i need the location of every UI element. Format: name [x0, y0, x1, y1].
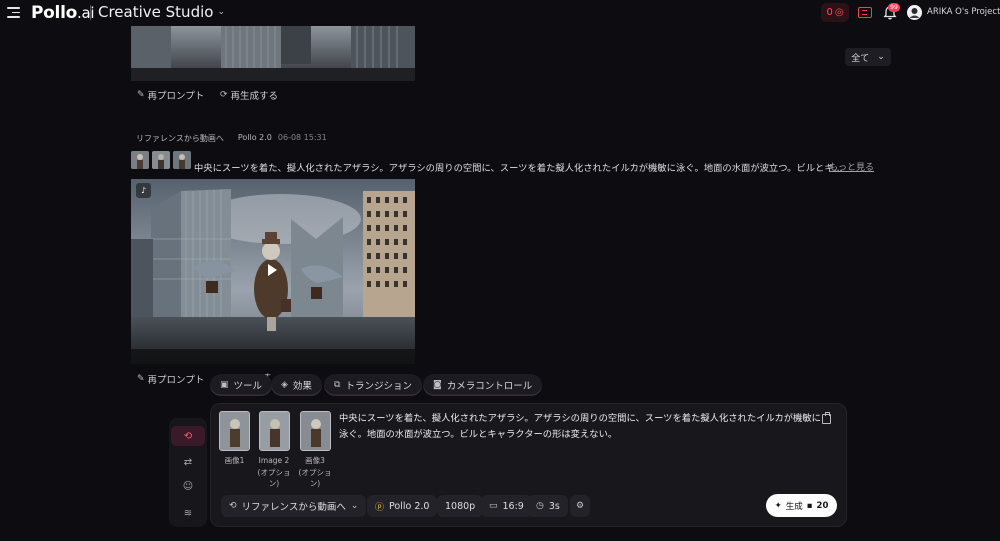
- avatar[interactable]: [907, 5, 922, 20]
- city-image: [131, 26, 415, 81]
- item-tag: リファレンスから動画へ: [136, 134, 224, 143]
- reference-thumb[interactable]: [173, 151, 191, 169]
- item-date: 06-08 15:31: [277, 133, 327, 142]
- reprompt-button[interactable]: ✎ 再プロンプト: [137, 372, 204, 386]
- tiktok-icon[interactable]: ♪: [136, 183, 151, 198]
- transition-chip[interactable]: ⧉ トランジション: [324, 374, 422, 396]
- image-swap-icon: ⇄: [183, 456, 193, 468]
- reprompt-button[interactable]: ✎ 再プロンプト: [137, 88, 204, 102]
- sliders-icon: ⚙: [576, 501, 585, 511]
- camera-icon: ◙: [433, 380, 442, 390]
- play-icon[interactable]: [268, 264, 277, 276]
- camera-control-chip[interactable]: ◙ カメラコントロール: [423, 374, 543, 396]
- reference-video-icon: ⟲: [229, 501, 237, 511]
- notification-badge: 99: [888, 3, 900, 12]
- coin-icon: ◎: [834, 7, 844, 18]
- reference-image-3[interactable]: [300, 411, 331, 451]
- mode-value: リファレンスから動画へ: [241, 502, 346, 513]
- settings-button[interactable]: ⚙: [570, 495, 591, 517]
- item-meta: リファレンスから動画へ Pollo 2.0 06-08 15:31: [136, 133, 327, 144]
- transition-icon: ⧉: [334, 380, 341, 390]
- menu-icon[interactable]: [7, 7, 20, 19]
- reference-label-1: 画像1: [224, 456, 245, 465]
- reference-label-3: 画像3 (オプション): [298, 456, 332, 488]
- user-name[interactable]: ARIKA O's Project: [927, 7, 1000, 17]
- avatar-mode-button[interactable]: ☺: [171, 476, 205, 496]
- reference-video-mode-button[interactable]: ⟲: [171, 426, 205, 446]
- waveform-icon: ≋: [183, 507, 193, 519]
- generate-label: 生成: [785, 501, 803, 512]
- aspect-ratio-select[interactable]: ▭ 16:9: [481, 495, 532, 517]
- edit-icon: ✎: [137, 374, 145, 384]
- app-title: Creative Studio: [98, 3, 214, 21]
- credits-value: 0: [826, 7, 833, 18]
- face-icon: ☺: [182, 480, 194, 492]
- reference-thumb[interactable]: [131, 151, 149, 169]
- studio-switcher[interactable]: Creative Studio ⌄: [98, 3, 225, 21]
- filter-label: 全て: [851, 53, 870, 64]
- top-bar: Pollo.ai Creative Studio ⌄ 0 ◎ 99 ARIKA …: [0, 0, 1000, 26]
- credit-icon: ▪: [806, 500, 813, 511]
- prompt-input[interactable]: 中央にスーツを着た、擬人化されたアザラシ。アザラシの周りの空間に、スーツを着た擬…: [339, 411, 825, 443]
- item-prompt: 中央にスーツを着た、擬人化されたアザラシ。アザラシの周りの空間に、スーツを着た擬…: [194, 163, 843, 174]
- duration-select[interactable]: ◷ 3s: [528, 495, 568, 517]
- resolution-select[interactable]: 1080p: [437, 495, 484, 517]
- aspect-ratio-value: 16:9: [502, 500, 524, 512]
- clock-icon: ◷: [536, 501, 544, 511]
- generate-button[interactable]: ✦ 生成 ▪ 20: [766, 494, 837, 517]
- resolution-value: 1080p: [445, 500, 476, 512]
- reprompt-label: 再プロンプト: [147, 91, 205, 102]
- credits-badge[interactable]: 0 ◎: [821, 3, 849, 22]
- effects-label: 効果: [292, 381, 312, 392]
- previous-video-thumbnail[interactable]: [131, 26, 415, 81]
- reference-thumb[interactable]: [152, 151, 170, 169]
- effects-chip[interactable]: ◈ 効果: [271, 374, 322, 396]
- reference-image-1[interactable]: [219, 411, 250, 451]
- avatar-image: [907, 5, 922, 20]
- chevron-down-icon: ⌄: [877, 52, 885, 62]
- edit-icon: ✎: [137, 90, 145, 100]
- regenerate-label: 再生成する: [230, 91, 279, 102]
- camera-control-label: カメラコントロール: [446, 381, 533, 392]
- clipboard-icon[interactable]: [822, 412, 831, 424]
- toolbox-icon: ▣: [220, 380, 229, 390]
- reference-video-icon: ⟲: [183, 430, 193, 442]
- logo[interactable]: Pollo.ai: [31, 3, 95, 23]
- chevron-down-icon: ⌄: [350, 501, 359, 511]
- transition-label: トランジション: [345, 381, 412, 392]
- generate-cost: 20: [816, 500, 829, 511]
- image-mode-button[interactable]: ⇄: [171, 452, 205, 472]
- pollo-model-icon: ⓟ: [375, 502, 385, 513]
- refresh-icon: ⟳: [220, 90, 228, 100]
- divider: [90, 5, 91, 20]
- show-more-link[interactable]: もっと見る: [829, 160, 874, 173]
- reference-thumbnails: [131, 151, 191, 169]
- tools-chip[interactable]: ▣ ツール: [210, 374, 273, 396]
- model-value: Pollo 2.0: [389, 500, 430, 512]
- mode-select[interactable]: ⟲ リファレンスから動画へ ⌄: [221, 495, 367, 517]
- reference-label-2: Image 2 (オプション): [257, 456, 291, 488]
- aspect-ratio-icon: ▭: [489, 501, 498, 511]
- filter-dropdown[interactable]: 全て ⌄: [845, 48, 891, 66]
- sparkle-icon: ✦: [774, 500, 782, 511]
- ticket-icon[interactable]: [858, 7, 872, 18]
- regenerate-button[interactable]: ⟳ 再生成する: [220, 88, 278, 102]
- chevron-down-icon: ⌄: [217, 7, 225, 17]
- effects-icon: ◈: [281, 380, 288, 390]
- reprompt-label: 再プロンプト: [147, 375, 205, 386]
- model-select[interactable]: ⓟ Pollo 2.0: [367, 495, 438, 517]
- item-model: Pollo 2.0: [237, 133, 272, 142]
- tools-label: ツール: [233, 381, 263, 392]
- reference-image-2[interactable]: [259, 411, 290, 451]
- duration-value: 3s: [548, 500, 560, 512]
- audio-mode-button[interactable]: ≋: [171, 503, 205, 523]
